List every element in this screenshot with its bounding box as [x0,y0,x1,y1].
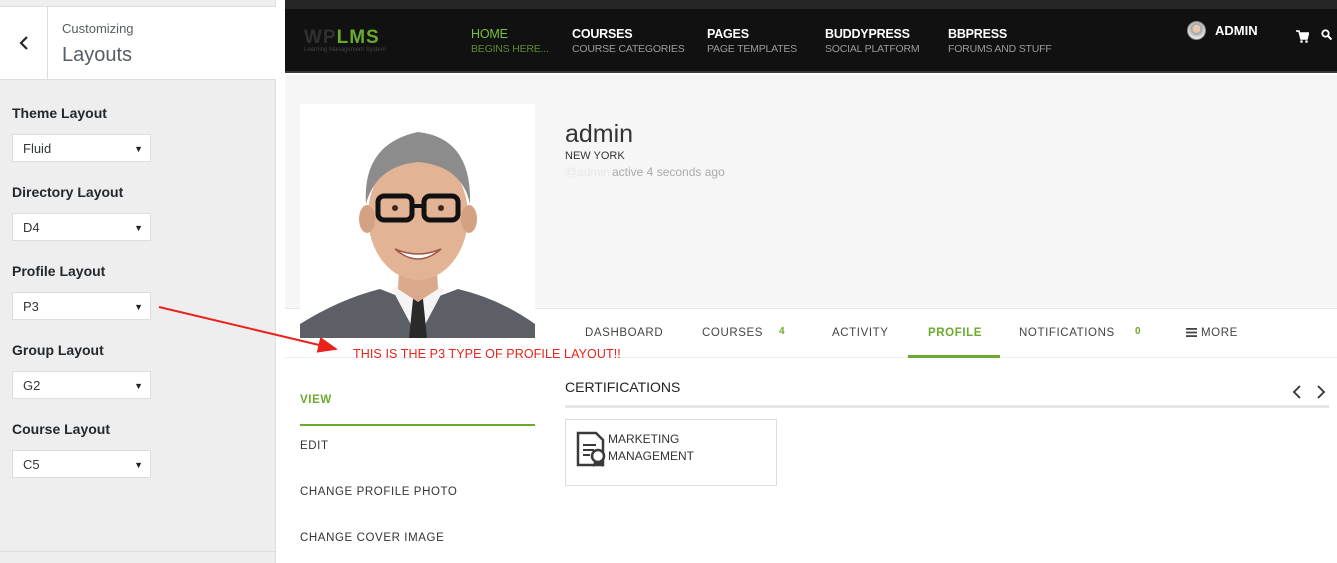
nav-bbpress[interactable]: BBPRESS FORUMS AND STUFF [948,27,1052,55]
caret-down-icon: ▼ [134,223,143,233]
tab-label: DASHBOARD [585,327,664,339]
nav-pages[interactable]: PAGES PAGE TEMPLATES [707,27,797,55]
chevron-left-icon[interactable] [1292,385,1302,399]
cart-icon[interactable] [1296,30,1309,43]
logo-lms: LMS [336,27,380,48]
logo-tagline: Learning Management System [304,47,386,53]
nav-subtitle: COURSE CATEGORIES [572,43,685,55]
select-value: Fluid [23,141,52,156]
nav-buddypress[interactable]: BUDDYPRESS SOCIAL PLATFORM [825,27,920,55]
select-value: G2 [23,378,41,393]
certificate-name: MARKETING MANAGEMENT [608,431,768,465]
subnav-change-cover-image[interactable]: CHANGE COVER IMAGE [300,532,444,544]
group-layout-label: Group Layout [12,342,104,358]
chevron-right-icon[interactable] [1316,385,1326,399]
nav-subtitle: SOCIAL PLATFORM [825,43,920,55]
back-button[interactable] [0,7,48,79]
nav-subtitle: BEGINS HERE... [471,43,549,55]
profile-avatar[interactable] [300,104,535,338]
subnav-active-indicator [300,424,535,426]
profile-layout-select[interactable]: P3 ▼ [12,292,151,320]
course-layout-select[interactable]: C5 ▼ [12,450,151,478]
nav-title: BUDDYPRESS [825,27,910,41]
tab-label: ACTIVITY [832,327,889,339]
nav-title: HOME [471,27,508,41]
site-header: WPLMS Learning Management System HOME BE… [285,9,1337,73]
divider [565,405,1329,408]
directory-layout-select[interactable]: D4 ▼ [12,213,151,241]
nav-subtitle: PAGE TEMPLATES [707,43,797,55]
certificate-icon [576,431,606,467]
tab-count: 0 [1135,326,1142,337]
tab-count: 4 [779,326,786,337]
nav-title: COURSES [572,27,633,41]
certifications-title: CERTIFICATIONS [565,379,681,395]
caret-down-icon: ▼ [134,144,143,154]
avatar-photo [300,104,535,338]
tab-activity[interactable]: ACTIVITY [832,327,889,339]
profile-location: NEW YORK [565,150,625,162]
tab-label: MORE [1201,327,1238,339]
profile-header: admin NEW YORK @admin active 4 seconds a… [285,75,1337,338]
tab-courses[interactable]: COURSES 4 [702,326,785,339]
group-layout-select[interactable]: G2 ▼ [12,371,151,399]
caret-down-icon: ▼ [134,381,143,391]
menu-icon [1186,328,1197,338]
annotation-text: THIS IS THE P3 TYPE OF PROFILE LAYOUT!! [353,347,621,361]
admin-avatar [1187,21,1206,40]
nav-home[interactable]: HOME BEGINS HERE... [471,27,549,55]
caret-down-icon: ▼ [134,460,143,470]
subnav-edit[interactable]: EDIT [300,440,329,452]
customizer-section-title: Layouts [62,44,133,66]
site-preview: WPLMS Learning Management System HOME BE… [277,0,1337,563]
nav-courses[interactable]: COURSES COURSE CATEGORIES [572,27,685,55]
certificate-card[interactable]: MARKETING MANAGEMENT [565,419,777,486]
certificate-name-line: MANAGEMENT [608,449,695,463]
select-value: D4 [23,220,40,235]
directory-layout-label: Directory Layout [12,184,124,200]
chevron-left-icon [18,36,28,50]
admin-toolbar [285,0,1337,9]
theme-layout-label: Theme Layout [12,105,107,121]
tab-label: NOTIFICATIONS [1019,327,1115,339]
tab-dashboard[interactable]: DASHBOARD [585,327,663,339]
subnav-view[interactable]: VIEW [300,394,332,406]
customizer-header: Customizing Layouts [0,6,276,80]
site-logo[interactable]: WPLMS [304,27,380,49]
logo-wp: WP [304,27,337,48]
profile-name: admin [565,120,634,148]
admin-label: ADMIN [1215,23,1258,38]
theme-layout-select[interactable]: Fluid ▼ [12,134,151,162]
profile-activity: active 4 seconds ago [612,165,725,179]
tab-label: PROFILE [928,327,983,339]
nav-subtitle: FORUMS AND STUFF [948,43,1052,55]
admin-menu[interactable]: ADMIN [1187,21,1258,40]
certificate-name-line: MARKETING [608,432,680,446]
tab-more[interactable]: MORE [1186,327,1238,339]
subnav-change-profile-photo[interactable]: CHANGE PROFILE PHOTO [300,486,457,498]
profile-layout-label: Profile Layout [12,263,106,279]
tab-label: COURSES [702,327,764,339]
tab-profile[interactable]: PROFILE [928,327,982,339]
divider [0,551,276,552]
profile-handle: @admin [565,165,610,179]
caret-down-icon: ▼ [134,302,143,312]
select-value: P3 [23,299,39,314]
customizer-breadcrumb: Customizing [62,21,134,36]
active-tab-indicator [908,355,1000,358]
nav-title: PAGES [707,27,749,41]
search-icon[interactable] [1321,29,1332,40]
select-value: C5 [23,457,40,472]
customizer-panel: Customizing Layouts Theme Layout Fluid ▼… [0,0,276,563]
nav-title: BBPRESS [948,27,1008,41]
tab-notifications[interactable]: NOTIFICATIONS 0 [1019,326,1141,339]
course-layout-label: Course Layout [12,421,111,437]
